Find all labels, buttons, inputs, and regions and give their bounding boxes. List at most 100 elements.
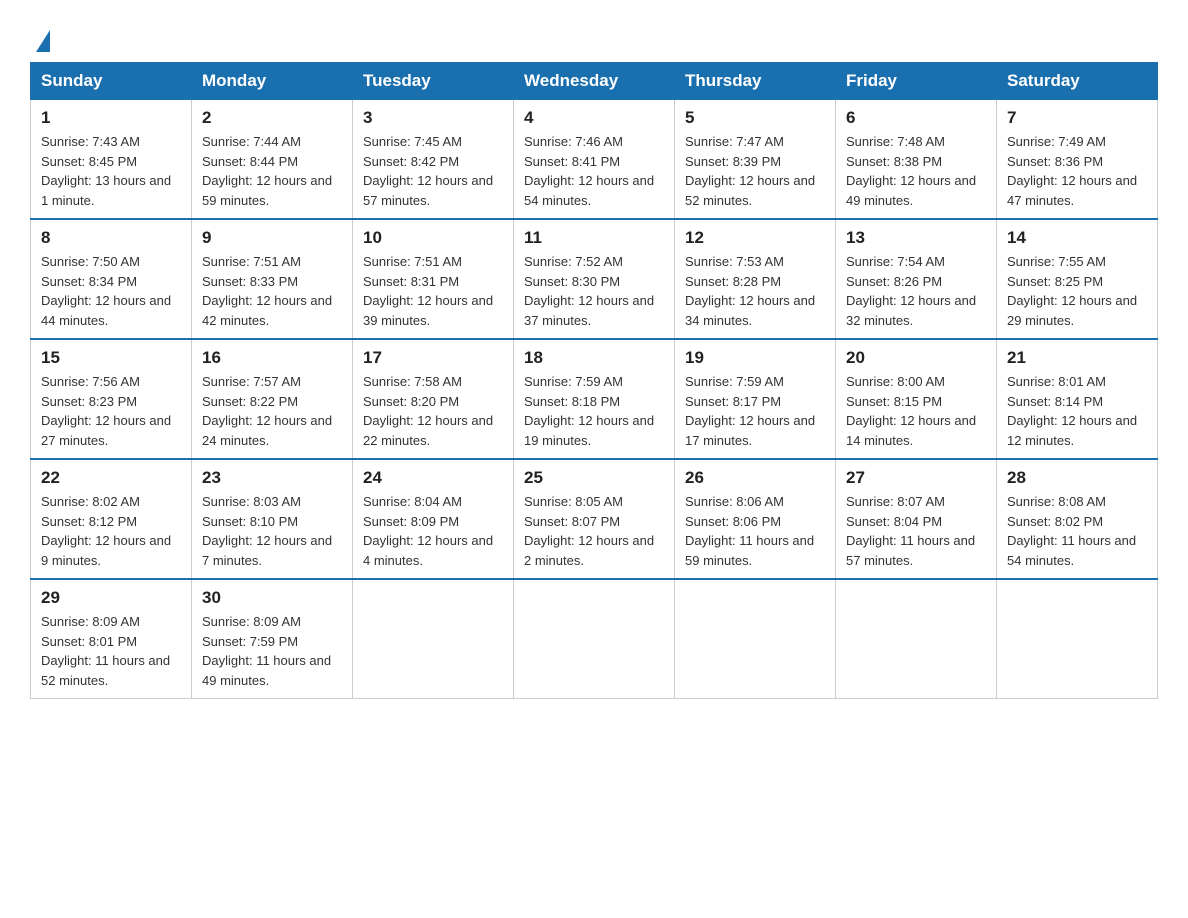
day-number: 11: [524, 228, 664, 248]
calendar-cell: 7 Sunrise: 7:49 AMSunset: 8:36 PMDayligh…: [997, 100, 1158, 220]
day-info: Sunrise: 7:57 AMSunset: 8:22 PMDaylight:…: [202, 374, 332, 448]
calendar-cell: 15 Sunrise: 7:56 AMSunset: 8:23 PMDaylig…: [31, 339, 192, 459]
day-info: Sunrise: 8:02 AMSunset: 8:12 PMDaylight:…: [41, 494, 171, 568]
day-number: 16: [202, 348, 342, 368]
calendar-week-row: 22 Sunrise: 8:02 AMSunset: 8:12 PMDaylig…: [31, 459, 1158, 579]
calendar-cell: 10 Sunrise: 7:51 AMSunset: 8:31 PMDaylig…: [353, 219, 514, 339]
calendar-cell: [353, 579, 514, 699]
calendar-cell: 26 Sunrise: 8:06 AMSunset: 8:06 PMDaylig…: [675, 459, 836, 579]
calendar-cell: 12 Sunrise: 7:53 AMSunset: 8:28 PMDaylig…: [675, 219, 836, 339]
day-number: 20: [846, 348, 986, 368]
calendar-cell: 5 Sunrise: 7:47 AMSunset: 8:39 PMDayligh…: [675, 100, 836, 220]
day-info: Sunrise: 8:03 AMSunset: 8:10 PMDaylight:…: [202, 494, 332, 568]
calendar-cell: 11 Sunrise: 7:52 AMSunset: 8:30 PMDaylig…: [514, 219, 675, 339]
day-info: Sunrise: 7:54 AMSunset: 8:26 PMDaylight:…: [846, 254, 976, 328]
weekday-header-monday: Monday: [192, 63, 353, 100]
calendar-cell: [836, 579, 997, 699]
day-info: Sunrise: 7:49 AMSunset: 8:36 PMDaylight:…: [1007, 134, 1137, 208]
day-info: Sunrise: 8:05 AMSunset: 8:07 PMDaylight:…: [524, 494, 654, 568]
day-number: 7: [1007, 108, 1147, 128]
day-info: Sunrise: 7:52 AMSunset: 8:30 PMDaylight:…: [524, 254, 654, 328]
day-number: 13: [846, 228, 986, 248]
weekday-header-saturday: Saturday: [997, 63, 1158, 100]
logo: [30, 20, 50, 52]
day-info: Sunrise: 7:46 AMSunset: 8:41 PMDaylight:…: [524, 134, 654, 208]
calendar-cell: 23 Sunrise: 8:03 AMSunset: 8:10 PMDaylig…: [192, 459, 353, 579]
calendar-cell: 14 Sunrise: 7:55 AMSunset: 8:25 PMDaylig…: [997, 219, 1158, 339]
calendar-cell: 16 Sunrise: 7:57 AMSunset: 8:22 PMDaylig…: [192, 339, 353, 459]
day-info: Sunrise: 8:00 AMSunset: 8:15 PMDaylight:…: [846, 374, 976, 448]
day-number: 6: [846, 108, 986, 128]
day-info: Sunrise: 8:09 AMSunset: 7:59 PMDaylight:…: [202, 614, 331, 688]
day-number: 19: [685, 348, 825, 368]
calendar-cell: 8 Sunrise: 7:50 AMSunset: 8:34 PMDayligh…: [31, 219, 192, 339]
calendar-cell: 19 Sunrise: 7:59 AMSunset: 8:17 PMDaylig…: [675, 339, 836, 459]
weekday-header-thursday: Thursday: [675, 63, 836, 100]
weekday-header-friday: Friday: [836, 63, 997, 100]
calendar-week-row: 29 Sunrise: 8:09 AMSunset: 8:01 PMDaylig…: [31, 579, 1158, 699]
day-info: Sunrise: 8:09 AMSunset: 8:01 PMDaylight:…: [41, 614, 170, 688]
day-info: Sunrise: 7:47 AMSunset: 8:39 PMDaylight:…: [685, 134, 815, 208]
weekday-header-row: SundayMondayTuesdayWednesdayThursdayFrid…: [31, 63, 1158, 100]
day-number: 8: [41, 228, 181, 248]
weekday-header-tuesday: Tuesday: [353, 63, 514, 100]
calendar-cell: 2 Sunrise: 7:44 AMSunset: 8:44 PMDayligh…: [192, 100, 353, 220]
day-info: Sunrise: 7:48 AMSunset: 8:38 PMDaylight:…: [846, 134, 976, 208]
page-header: [30, 20, 1158, 52]
calendar-cell: 9 Sunrise: 7:51 AMSunset: 8:33 PMDayligh…: [192, 219, 353, 339]
day-info: Sunrise: 7:45 AMSunset: 8:42 PMDaylight:…: [363, 134, 493, 208]
calendar-cell: 30 Sunrise: 8:09 AMSunset: 7:59 PMDaylig…: [192, 579, 353, 699]
day-number: 1: [41, 108, 181, 128]
day-info: Sunrise: 7:55 AMSunset: 8:25 PMDaylight:…: [1007, 254, 1137, 328]
day-number: 28: [1007, 468, 1147, 488]
day-info: Sunrise: 7:51 AMSunset: 8:33 PMDaylight:…: [202, 254, 332, 328]
day-number: 22: [41, 468, 181, 488]
day-number: 21: [1007, 348, 1147, 368]
day-info: Sunrise: 8:04 AMSunset: 8:09 PMDaylight:…: [363, 494, 493, 568]
calendar-cell: [997, 579, 1158, 699]
day-info: Sunrise: 7:53 AMSunset: 8:28 PMDaylight:…: [685, 254, 815, 328]
calendar-cell: 1 Sunrise: 7:43 AMSunset: 8:45 PMDayligh…: [31, 100, 192, 220]
day-info: Sunrise: 7:59 AMSunset: 8:18 PMDaylight:…: [524, 374, 654, 448]
day-number: 4: [524, 108, 664, 128]
day-info: Sunrise: 7:56 AMSunset: 8:23 PMDaylight:…: [41, 374, 171, 448]
calendar-cell: [514, 579, 675, 699]
calendar-cell: 29 Sunrise: 8:09 AMSunset: 8:01 PMDaylig…: [31, 579, 192, 699]
day-info: Sunrise: 7:50 AMSunset: 8:34 PMDaylight:…: [41, 254, 171, 328]
calendar-cell: 3 Sunrise: 7:45 AMSunset: 8:42 PMDayligh…: [353, 100, 514, 220]
calendar-week-row: 8 Sunrise: 7:50 AMSunset: 8:34 PMDayligh…: [31, 219, 1158, 339]
day-number: 15: [41, 348, 181, 368]
day-info: Sunrise: 7:44 AMSunset: 8:44 PMDaylight:…: [202, 134, 332, 208]
day-info: Sunrise: 7:59 AMSunset: 8:17 PMDaylight:…: [685, 374, 815, 448]
weekday-header-wednesday: Wednesday: [514, 63, 675, 100]
day-number: 25: [524, 468, 664, 488]
calendar-cell: 20 Sunrise: 8:00 AMSunset: 8:15 PMDaylig…: [836, 339, 997, 459]
day-number: 3: [363, 108, 503, 128]
day-number: 18: [524, 348, 664, 368]
day-number: 10: [363, 228, 503, 248]
calendar-cell: 6 Sunrise: 7:48 AMSunset: 8:38 PMDayligh…: [836, 100, 997, 220]
calendar-cell: 4 Sunrise: 7:46 AMSunset: 8:41 PMDayligh…: [514, 100, 675, 220]
day-info: Sunrise: 7:58 AMSunset: 8:20 PMDaylight:…: [363, 374, 493, 448]
day-info: Sunrise: 7:51 AMSunset: 8:31 PMDaylight:…: [363, 254, 493, 328]
day-number: 17: [363, 348, 503, 368]
calendar-cell: 13 Sunrise: 7:54 AMSunset: 8:26 PMDaylig…: [836, 219, 997, 339]
calendar-cell: 18 Sunrise: 7:59 AMSunset: 8:18 PMDaylig…: [514, 339, 675, 459]
day-number: 12: [685, 228, 825, 248]
day-number: 27: [846, 468, 986, 488]
day-info: Sunrise: 8:08 AMSunset: 8:02 PMDaylight:…: [1007, 494, 1136, 568]
day-info: Sunrise: 8:06 AMSunset: 8:06 PMDaylight:…: [685, 494, 814, 568]
calendar-cell: 17 Sunrise: 7:58 AMSunset: 8:20 PMDaylig…: [353, 339, 514, 459]
day-number: 14: [1007, 228, 1147, 248]
day-number: 23: [202, 468, 342, 488]
calendar-week-row: 1 Sunrise: 7:43 AMSunset: 8:45 PMDayligh…: [31, 100, 1158, 220]
day-number: 2: [202, 108, 342, 128]
day-number: 5: [685, 108, 825, 128]
day-number: 9: [202, 228, 342, 248]
logo-triangle-icon: [36, 30, 50, 52]
day-number: 26: [685, 468, 825, 488]
calendar-cell: 21 Sunrise: 8:01 AMSunset: 8:14 PMDaylig…: [997, 339, 1158, 459]
day-info: Sunrise: 7:43 AMSunset: 8:45 PMDaylight:…: [41, 134, 171, 208]
calendar-cell: 27 Sunrise: 8:07 AMSunset: 8:04 PMDaylig…: [836, 459, 997, 579]
calendar-cell: 25 Sunrise: 8:05 AMSunset: 8:07 PMDaylig…: [514, 459, 675, 579]
